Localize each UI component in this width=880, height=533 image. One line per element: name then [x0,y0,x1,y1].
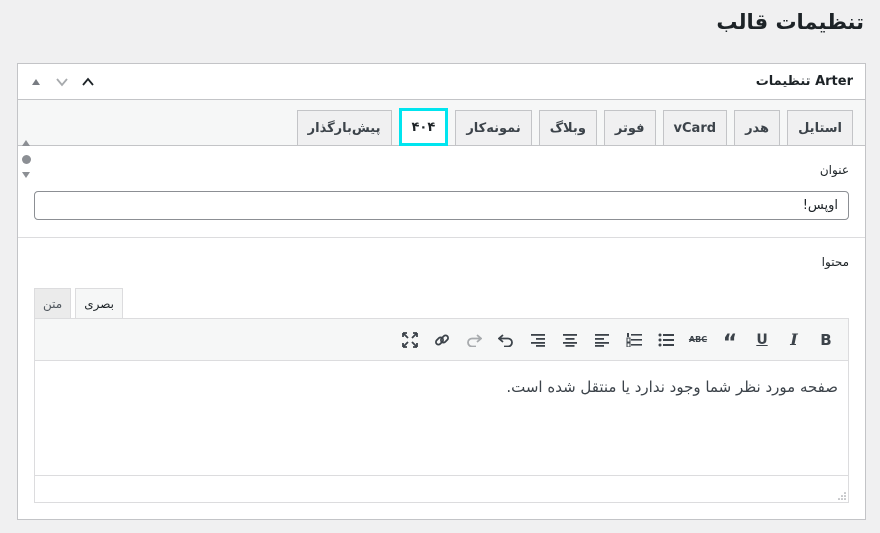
bullet-list-icon [658,333,674,346]
editor-statusbar [35,475,848,502]
numbered-list-icon [626,332,642,347]
insert-link-button[interactable] [426,325,458,355]
tab-portfolio[interactable]: نمونه‌کار [455,110,532,146]
title-field-label: عنوان [819,163,849,177]
editor-content-area[interactable]: صفحه مورد نظر شما وجود ندارد یا منتقل شد… [35,361,848,476]
tab-404[interactable]: ۴۰۴ [398,108,449,146]
tab-style[interactable]: استایل [787,110,853,146]
numbered-list-button[interactable] [618,325,650,355]
chevron-down-icon [56,78,68,87]
fullscreen-icon [402,331,418,348]
redo-icon [467,333,482,347]
triangle-up-icon [32,79,40,85]
scroll-up-icon [22,140,30,146]
postbox-header: تنظیمات Arter [18,64,865,100]
toggle-panel-button[interactable] [76,70,100,94]
blockquote-icon: “ [722,330,738,356]
align-left-button[interactable] [586,325,618,355]
editor-mode-tabs: متن بصری [34,288,123,319]
blockquote-button[interactable]: “ [714,325,746,355]
settings-tabbar: استایل هدر vCard فوتر وبلاگ نمونه‌کار ۴۰… [18,100,865,178]
scroll-dot-icon [21,154,31,164]
tab-blog[interactable]: وبلاگ [538,110,597,146]
undo-icon [498,333,513,347]
settings-tabs: استایل هدر vCard فوتر وبلاگ نمونه‌کار ۴۰… [296,108,853,146]
theme-settings-box: تنظیمات Arter استایل هدر vCard فوتر وبلا… [17,63,866,520]
align-left-icon [595,333,609,347]
content-editor: B I U “ ABC صفحه مورد نظر شما وجود ندارد… [34,318,849,503]
bullet-list-button[interactable] [650,325,682,355]
move-up-button[interactable] [24,70,48,94]
postbox-title: تنظیمات Arter [755,74,853,89]
align-center-icon [563,333,577,347]
italic-icon: I [790,330,798,349]
fullscreen-button[interactable] [394,325,426,355]
chevron-up-icon [82,77,94,86]
tab-scroll-indicator[interactable] [20,140,32,178]
page-title: تنظیمات قالب [716,10,864,34]
editor-toolbar: B I U “ ABC [35,319,848,361]
bold-icon: B [820,330,832,349]
handle-actions [24,70,100,94]
scroll-down-icon [22,172,30,178]
undo-button[interactable] [490,325,522,355]
align-center-button[interactable] [554,325,586,355]
underline-button[interactable]: U [746,325,778,355]
title-input[interactable] [34,191,849,220]
move-down-button[interactable] [50,70,74,94]
content-field-label: محتوا [821,255,849,269]
tab-header[interactable]: هدر [734,110,781,146]
align-right-button[interactable] [522,325,554,355]
strikethrough-icon: ABC [688,335,708,344]
tab-footer[interactable]: فوتر [603,110,656,146]
italic-button[interactable]: I [778,325,810,355]
link-icon [435,334,449,345]
tab-preloader[interactable]: پیش‌بارگذار [296,110,392,146]
strikethrough-button[interactable]: ABC [682,325,714,355]
field-divider [18,237,865,238]
redo-button[interactable] [458,325,490,355]
editor-tab-visual[interactable]: بصری [75,288,123,319]
tab-vcard[interactable]: vCard [662,110,728,146]
editor-tab-text[interactable]: متن [34,288,72,318]
underline-icon: U [756,331,768,348]
align-right-icon [531,333,545,347]
bold-button[interactable]: B [810,325,842,355]
resize-grip-icon[interactable] [836,490,846,500]
